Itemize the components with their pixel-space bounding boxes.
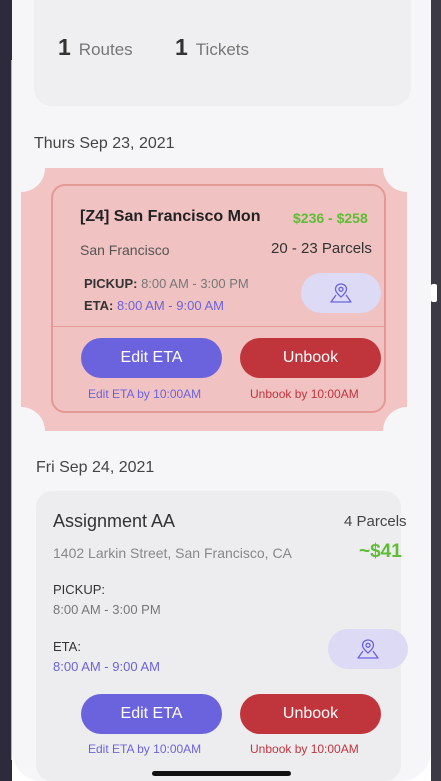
ticket-notch-top-right [383, 144, 431, 192]
assignment-eta-time: 8:00 AM - 9:00 AM [53, 659, 160, 674]
ticket-pickup-time: 8:00 AM - 3:00 PM [141, 276, 249, 291]
assignment-price: ~$41 [359, 541, 402, 562]
ticket-eta-time: 8:00 AM - 9:00 AM [117, 298, 224, 313]
unbook-deadline: Unbook by 10:00AM [250, 387, 359, 401]
device-frame-right [431, 0, 441, 781]
ticket-city: San Francisco [80, 242, 170, 258]
ticket-pickup-label: PICKUP: [84, 276, 138, 291]
edit-eta-deadline: Edit ETA by 10:00AM [88, 387, 202, 401]
ticket-notch-bottom-right [383, 407, 431, 455]
ticket-eta-label: ETA: [84, 298, 114, 313]
ticket-eta: ETA: 8:00 AM - 9:00 AM [84, 298, 224, 313]
unbook-button[interactable]: Unbook [240, 338, 381, 378]
tickets-count: 1 [175, 34, 188, 60]
assignment-map-button[interactable] [328, 629, 408, 669]
map-pin-icon [357, 639, 379, 659]
summary-card: 1 Routes 1 Tickets [34, 0, 411, 106]
side-handle [431, 284, 437, 302]
ticket-parcels: 20 - 23 Parcels [271, 240, 372, 257]
assignment-edit-eta-deadline: Edit ETA by 10:00AM [88, 742, 202, 756]
routes-label: Routes [78, 40, 133, 59]
date-heading-sep-24: Fri Sep 24, 2021 [36, 459, 155, 476]
assignment-address: 1402 Larkin Street, San Francisco, CA [53, 545, 292, 561]
assignment-parcels: 4 Parcels [344, 513, 407, 530]
map-pin-icon [330, 283, 352, 303]
assignment-edit-eta-button[interactable]: Edit ETA [81, 694, 222, 734]
date-heading-sep-23: Thurs Sep 23, 2021 [34, 135, 175, 152]
home-indicator[interactable] [152, 771, 291, 776]
ticket-price: $236 - $258 [293, 210, 368, 226]
assignment-eta-label: ETA: [53, 639, 81, 654]
assignment-unbook-deadline: Unbook by 10:00AM [250, 742, 359, 756]
assignment-title: Assignment AA [53, 511, 176, 531]
routes-count: 1 [58, 34, 71, 60]
routes-stat[interactable]: 1 Routes [58, 34, 133, 61]
ticket-pickup: PICKUP: 8:00 AM - 3:00 PM [84, 276, 249, 291]
ticket-divider [53, 326, 384, 327]
ticket-map-button[interactable] [301, 273, 381, 313]
tickets-label: Tickets [195, 40, 250, 59]
edit-eta-button[interactable]: Edit ETA [81, 338, 222, 378]
ticket-title: [Z4] San Francisco Mon [80, 208, 261, 225]
tickets-stat[interactable]: 1 Tickets [175, 34, 249, 61]
assignment-pickup-label: PICKUP: [53, 582, 106, 597]
assignment-pickup-time: 8:00 AM - 3:00 PM [53, 602, 161, 617]
assignment-unbook-button[interactable]: Unbook [240, 694, 381, 734]
app-screen: 1 Routes 1 Tickets Thurs Sep 23, 2021 [Z… [12, 0, 431, 781]
